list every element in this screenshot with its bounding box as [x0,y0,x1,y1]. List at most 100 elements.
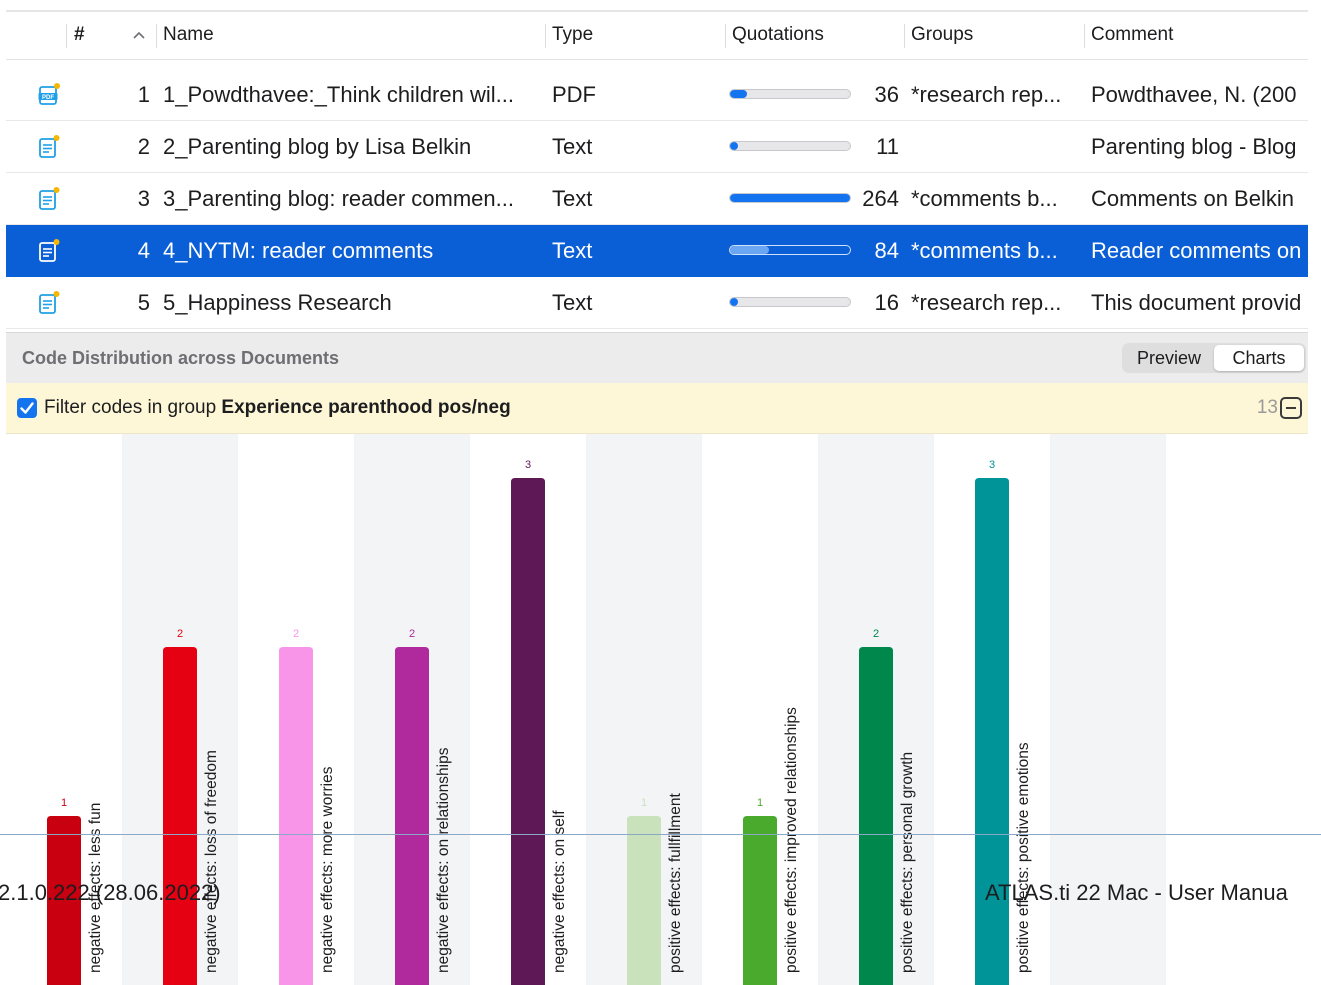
column-divider[interactable] [156,24,157,48]
quotation-count: 84 [874,238,899,263]
chart-bar[interactable] [743,816,777,985]
bar-value-label: 2 [873,628,879,640]
chart-bar[interactable] [163,647,197,985]
bar-value-label: 3 [989,459,995,471]
table-row[interactable]: 3 3_Parenting blog: reader commen... Text 2… [6,173,1308,225]
document-groups: *research rep... [911,82,1062,107]
quotations-bar-fill [730,194,850,202]
document-name: 5_Happiness Research [163,290,392,315]
text-document-icon [38,187,60,211]
document-type: Text [552,238,593,263]
footer-version: 2.1.0.222 (28.06.2022) [0,880,221,905]
code-distribution-header: Code Distribution across Documents Previ… [6,332,1308,384]
quotation-count: 16 [874,290,899,315]
column-divider[interactable] [1084,24,1085,48]
column-header-quotations[interactable]: Quotations [732,10,902,60]
category-label: positive effects: personal growth [899,752,916,973]
document-groups [911,121,1086,173]
document-type: Text [552,134,593,159]
chart-bar[interactable] [975,478,1009,985]
row-divider [6,328,1308,329]
column-header-type[interactable]: Type [552,10,722,60]
chart-bar[interactable] [395,647,429,985]
view-mode-segmented-control: Preview Charts [1122,343,1306,373]
document-groups: *comments b... [911,186,1058,211]
chart-bar[interactable] [627,816,661,985]
table-row[interactable]: 5 5_Happiness Research Text 16 *research rep… [6,277,1308,329]
footer-rule [0,834,1321,835]
document-groups: *comments b... [911,238,1058,263]
document-name: 2_Parenting blog by Lisa Belkin [163,134,472,159]
category-label: positive effects: improved relationships [783,707,800,973]
svg-text:PDF: PDF [42,95,54,101]
chart-bar[interactable] [511,478,545,985]
table-row[interactable]: 4 4_NYTM: reader comments Text 84 *comments … [6,225,1308,277]
header-divider [6,59,1308,60]
column-header-groups-label: Groups [911,24,974,45]
quotations-bar [729,141,851,151]
filter-code-count: 13 [1256,397,1278,418]
column-divider[interactable] [66,24,67,48]
sort-ascending-icon[interactable] [132,10,156,60]
category-label: positive effects: positive emotions [1015,742,1032,973]
row-index: 2 [137,134,150,159]
document-name: 1_Powdthavee:_Think children wil... [163,82,514,107]
quotations-bar [729,193,851,203]
document-comment: Parenting blog - Blog [1091,134,1297,159]
document-groups: *research rep... [911,290,1062,315]
column-header-comment[interactable]: Comment [1091,10,1301,60]
quotations-bar [729,245,851,255]
quotations-bar-fill [730,142,738,150]
quotations-bar-fill [730,298,738,306]
column-header-number-label: # [74,24,85,45]
remove-filter-button[interactable] [1280,397,1302,419]
filter-label-prefix: Filter codes in group [44,397,222,418]
filter-checkbox[interactable] [17,398,37,418]
quotation-count: 36 [874,82,899,107]
pdf-document-icon: PDF [38,83,60,107]
column-divider[interactable] [904,24,905,48]
row-index: 3 [137,186,150,211]
chart-bar[interactable] [279,647,313,985]
column-header-name-label: Name [163,24,214,45]
column-divider[interactable] [725,24,726,48]
category-label: negative effects: loss of freedom [203,750,220,973]
table-row[interactable]: 2 2_Parenting blog by Lisa Belkin Text 11 Pa… [6,121,1308,173]
quotations-bar-fill [730,90,747,98]
bar-value-label: 2 [177,628,183,640]
quotation-count: 264 [862,186,899,211]
quotations-bar [729,89,851,99]
row-index: 4 [137,238,150,263]
column-header-groups[interactable]: Groups [911,10,1081,60]
column-header-type-label: Type [552,24,594,45]
footer-manual-title: ATLAS.ti 22 Mac - User Manua [985,880,1288,905]
column-header-comment-label: Comment [1091,24,1174,45]
quotations-bar-fill [730,246,769,254]
document-name: 3_Parenting blog: reader commen... [163,186,514,211]
checkmark-icon [20,402,34,414]
table-row[interactable]: PDF 1 1_Powdthavee:_Think children wil... P… [6,69,1308,121]
document-type: Text [552,186,593,211]
column-header-name[interactable]: Name [163,10,543,60]
text-document-icon [38,239,60,263]
column-divider[interactable] [545,24,546,48]
column-header-quotations-label: Quotations [732,24,824,45]
text-document-icon [38,291,60,315]
bar-value-label: 2 [293,628,299,640]
category-label: positive effects: fullfillment [667,793,684,973]
panel-title: Code Distribution across Documents [22,348,340,368]
code-group-filter-bar: Filter codes in group Experience parenth… [6,383,1308,434]
filter-group-name: Experience parenthood pos/neg [221,397,511,418]
bar-value-label: 1 [757,797,763,809]
bar-value-label: 3 [525,459,531,471]
row-index: 1 [137,82,150,107]
column-header-number[interactable]: # [74,10,114,60]
bar-value-label: 2 [409,628,415,640]
chart-bar[interactable] [859,647,893,985]
charts-tab[interactable]: Charts [1214,345,1304,371]
document-comment: Powdthavee, N. (200 [1091,82,1297,107]
row-index: 5 [137,290,150,315]
quotations-bar [729,297,851,307]
filter-label: Filter codes in group Experience parenth… [44,383,511,433]
preview-tab[interactable]: Preview [1124,345,1214,371]
